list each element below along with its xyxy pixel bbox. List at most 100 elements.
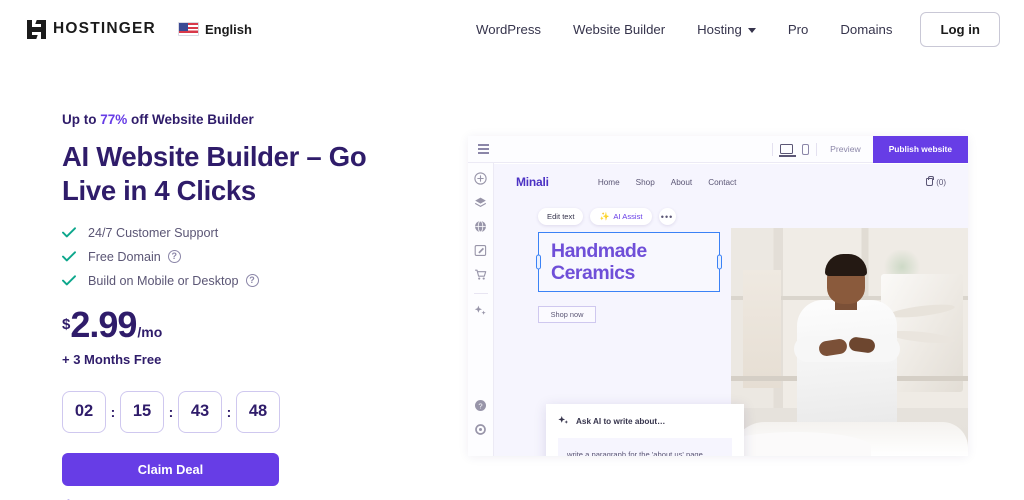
site-nav-home[interactable]: Home — [598, 178, 620, 187]
nav-item-domains[interactable]: Domains — [824, 22, 908, 37]
store-cart-icon[interactable] — [474, 268, 487, 281]
cart-count: (0) — [936, 177, 946, 187]
site-canvas: Minali Home Shop About Contact (0) Edit … — [494, 164, 968, 456]
help-icon[interactable]: ? — [245, 274, 259, 288]
ai-assist-button[interactable]: ✨ AI Assist — [590, 208, 652, 225]
resize-handle-right[interactable] — [717, 254, 722, 270]
feature-item: Free Domain ? — [62, 250, 432, 264]
login-button[interactable]: Log in — [920, 11, 1000, 47]
divider — [816, 142, 818, 156]
divider — [771, 142, 773, 156]
us-flag-icon — [177, 22, 199, 36]
add-element-icon[interactable] — [474, 172, 487, 185]
eyebrow-suffix: off Website Builder — [127, 112, 254, 127]
language-label: English — [204, 21, 252, 37]
builder-sidebar: ? — [468, 163, 494, 456]
globe-icon[interactable] — [474, 220, 487, 233]
price-amount: 2.99 — [70, 303, 137, 345]
feature-item: 24/7 Customer Support — [62, 226, 432, 240]
site-brand: Minali — [516, 175, 549, 189]
nav-label: Domains — [840, 21, 893, 37]
preview-button[interactable]: Preview — [830, 144, 861, 154]
desktop-view-icon[interactable] — [778, 144, 796, 157]
feature-list: 24/7 Customer Support Free Domain ? Buil… — [62, 226, 432, 288]
headline-line-1: AI Website Builder – Go — [62, 141, 367, 172]
edit-text-button[interactable]: Edit text — [538, 208, 584, 225]
mobile-view-icon[interactable] — [801, 143, 810, 155]
ai-tools-icon[interactable] — [474, 304, 487, 317]
divider — [473, 293, 488, 294]
more-options-button[interactable]: ••• — [658, 208, 676, 225]
element-edit-toolbar: Edit text ✨ AI Assist ••• — [494, 200, 968, 225]
hero-photo — [731, 228, 968, 456]
heading-line-1: Handmade — [551, 239, 647, 262]
ai-assist-label: AI Assist — [613, 212, 643, 221]
edit-page-icon[interactable] — [474, 244, 487, 257]
landing-page: HOSTINGER English WordPress Website Buil… — [0, 0, 1024, 500]
nav-item-hosting[interactable]: Hosting — [681, 22, 772, 37]
shopping-bag-icon — [926, 176, 934, 186]
months-free-label: + 3 Months Free — [62, 351, 162, 367]
hero-content: Up to 77% off Website Builder AI Website… — [62, 112, 432, 500]
help-icon[interactable]: ? — [474, 399, 487, 412]
layers-icon[interactable] — [474, 196, 487, 209]
countdown-hours: 15 — [120, 390, 164, 433]
shop-now-button[interactable]: Shop now — [538, 306, 596, 323]
check-icon — [62, 275, 76, 286]
check-icon — [62, 227, 76, 238]
help-icon[interactable]: ? — [167, 250, 181, 264]
promo-eyebrow: Up to 77% off Website Builder — [62, 112, 432, 127]
builder-sidebar-bottom: ? — [474, 399, 487, 456]
sparkle-icon: ✨ — [599, 211, 610, 221]
nav-label: Pro — [787, 21, 809, 37]
site-nav-contact[interactable]: Contact — [708, 178, 736, 187]
nav-item-pro[interactable]: Pro — [772, 22, 825, 37]
hostinger-logo-icon — [27, 19, 46, 39]
ai-writer-panel: Ask AI to write about… write a paragraph… — [546, 404, 744, 456]
site-nav-about[interactable]: About — [671, 178, 692, 187]
headline-line-2: Live in 4 Clicks — [62, 174, 256, 206]
countdown-separator: : — [168, 403, 174, 420]
feature-label: Free Domain — [88, 249, 161, 264]
check-icon — [62, 251, 76, 262]
heading-line-2: Ceramics — [551, 262, 635, 284]
builder-toolbar: Preview Publish website — [468, 136, 968, 163]
brand-name: HOSTINGER — [53, 20, 156, 37]
nav-label: WordPress — [476, 21, 542, 37]
currency-symbol: $ — [62, 315, 71, 333]
site-nav-shop[interactable]: Shop — [636, 178, 655, 187]
settings-gear-icon[interactable] — [474, 423, 487, 436]
nav-item-website-builder[interactable]: Website Builder — [557, 22, 681, 37]
countdown-seconds: 48 — [236, 390, 280, 433]
cart-indicator[interactable]: (0) — [926, 176, 946, 187]
nav-label: Website Builder — [573, 21, 666, 37]
ai-prompt-input[interactable]: write a paragraph for the 'about us' pag… — [558, 438, 732, 456]
ai-panel-title: Ask AI to write about… — [576, 417, 666, 426]
sparkle-icon — [558, 415, 569, 428]
builder-toolbar-right: Preview Publish website — [765, 136, 968, 163]
publish-website-button[interactable]: Publish website — [872, 136, 968, 163]
nav-label: Hosting — [697, 21, 742, 37]
chevron-down-icon — [747, 27, 756, 33]
hostinger-logo[interactable]: HOSTINGER — [27, 19, 156, 39]
countdown-separator: : — [110, 403, 116, 420]
countdown-separator: : — [226, 403, 232, 420]
svg-text:?: ? — [478, 401, 482, 410]
selected-heading-element[interactable]: Handmade Ceramics — [536, 232, 722, 292]
countdown-days: 02 — [62, 390, 106, 433]
nav-item-wordpress[interactable]: WordPress — [460, 22, 557, 37]
feature-item: Build on Mobile or Desktop ? — [62, 274, 432, 288]
primary-nav: WordPress Website Builder Hosting Pro Do… — [460, 11, 1000, 47]
language-selector[interactable]: English — [177, 21, 252, 37]
countdown-timer: 02 : 15 : 43 : 48 — [62, 390, 432, 433]
price-period: /mo — [137, 323, 163, 340]
ai-panel-header: Ask AI to write about… — [558, 415, 732, 428]
resize-handle-left[interactable] — [536, 254, 541, 270]
site-nav: Home Shop About Contact — [598, 178, 737, 187]
top-navigation-bar: HOSTINGER English WordPress Website Buil… — [0, 0, 1024, 58]
countdown-minutes: 43 — [178, 390, 222, 433]
price-block: $ 2.99 /mo — [62, 303, 432, 345]
discount-percent: 77% — [100, 112, 128, 127]
claim-deal-button[interactable]: Claim Deal — [62, 452, 279, 486]
hamburger-menu-icon[interactable] — [468, 144, 498, 154]
